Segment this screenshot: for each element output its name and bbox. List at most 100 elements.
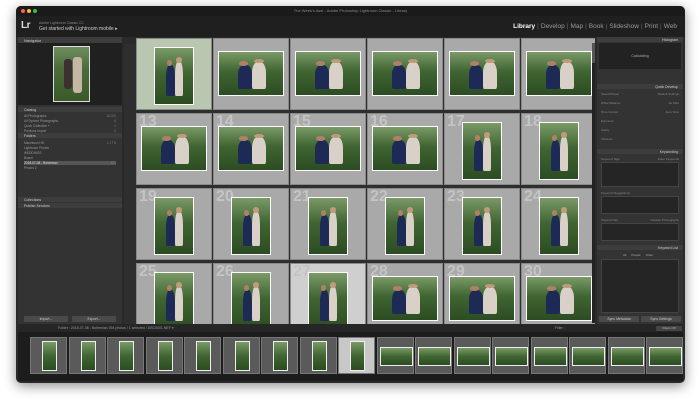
filmstrip-thumbnail[interactable]	[338, 337, 375, 374]
grid-cell[interactable]: 20	[213, 188, 289, 260]
photo-thumbnail[interactable]	[385, 197, 425, 255]
filmstrip-thumbnail[interactable]	[261, 337, 298, 374]
navigator-preview[interactable]	[18, 43, 122, 105]
module-map[interactable]: Map	[570, 23, 583, 30]
grid-cell[interactable]	[367, 38, 443, 110]
collections-header[interactable]: Collections	[18, 197, 122, 202]
grid-cell[interactable]: 27	[290, 263, 366, 324]
module-web[interactable]: Web	[664, 23, 677, 30]
filmstrip-thumbnail[interactable]	[607, 337, 645, 374]
grid-cell[interactable]: 19	[136, 188, 212, 260]
histogram-header[interactable]: Histogram	[597, 37, 683, 42]
filmstrip-filter-dropdown[interactable]: Filters Off	[656, 325, 682, 331]
grid-cell[interactable]	[136, 38, 212, 110]
module-book[interactable]: Book	[589, 23, 604, 30]
keyword-suggestions-grid[interactable]	[601, 196, 679, 214]
grid-cell[interactable]	[213, 38, 289, 110]
photo-thumbnail[interactable]	[154, 272, 194, 324]
catalog-item[interactable]: Quick Collection + 0	[24, 124, 116, 128]
photo-thumbnail[interactable]	[218, 51, 284, 96]
folders-header[interactable]: Folders	[18, 133, 122, 138]
filmstrip-thumbnail[interactable]	[107, 337, 144, 374]
module-library[interactable]: Library	[513, 23, 535, 30]
keyword-list-filter-people[interactable]: People	[631, 253, 640, 257]
keyword-tags-row[interactable]: Keyword Tags Enter Keywords	[601, 157, 679, 161]
grid-cell[interactable]: 15	[290, 113, 366, 185]
catalog-item[interactable]: All Synced Photographs 6	[24, 119, 116, 123]
photo-thumbnail[interactable]	[372, 51, 438, 96]
filmstrip-thumbnail[interactable]	[30, 337, 67, 374]
photo-thumbnail[interactable]	[308, 197, 348, 255]
grid-cell[interactable]: 26	[213, 263, 289, 324]
source-path[interactable]: Folder : 2018-07-08 - Bohemian 394 photo…	[58, 326, 174, 330]
keyword-list[interactable]	[601, 259, 679, 313]
filmstrip-thumbnail[interactable]	[299, 337, 337, 374]
filmstrip-thumbnail[interactable]	[68, 337, 106, 374]
photo-thumbnail[interactable]	[539, 122, 579, 180]
grid-cell[interactable]	[521, 38, 595, 110]
photo-thumbnail[interactable]	[526, 51, 592, 96]
module-develop[interactable]: Develop	[541, 23, 565, 30]
quick-develop-row[interactable]: Exposure	[601, 119, 679, 123]
quick-develop-header[interactable]: Quick Develop	[597, 84, 683, 89]
filmstrip-thumbnail[interactable]	[145, 337, 183, 374]
photo-thumbnail[interactable]	[372, 126, 438, 171]
grid-cell[interactable]: 13	[136, 113, 212, 185]
photo-thumbnail[interactable]	[218, 126, 284, 171]
filmstrip-thumbnail[interactable]	[530, 337, 568, 374]
keywording-header[interactable]: Keywording	[597, 149, 683, 154]
keyword-list-filter-other[interactable]: Other	[646, 253, 654, 257]
keyword-list-header[interactable]: Keyword List	[597, 245, 683, 250]
import-button[interactable]: Import...	[24, 316, 68, 322]
grid-cell[interactable]: 22	[367, 188, 443, 260]
filmstrip-thumbnail[interactable]	[376, 337, 414, 374]
folder-item[interactable]: Photos 2	[24, 166, 116, 170]
photo-thumbnail[interactable]	[526, 276, 592, 321]
grid-cell[interactable]: 25	[136, 263, 212, 324]
module-slideshow[interactable]: Slideshow	[609, 23, 639, 30]
grid-scrollbar[interactable]	[592, 43, 595, 323]
sync-metadata-button[interactable]: Sync Metadata	[599, 316, 639, 322]
catalog-header[interactable]: Catalog	[18, 107, 122, 112]
photo-thumbnail[interactable]	[308, 272, 348, 324]
grid-cell[interactable]	[290, 38, 366, 110]
filmstrip-thumbnail[interactable]	[492, 337, 529, 374]
export-button[interactable]: Export...	[72, 316, 116, 322]
filmstrip-thumbnail[interactable]	[569, 337, 606, 374]
photo-thumbnail[interactable]	[231, 272, 271, 324]
quick-develop-value[interactable]: Default Settings	[658, 92, 679, 96]
photo-thumbnail[interactable]	[154, 47, 194, 105]
filmstrip-thumbnail[interactable]	[222, 337, 260, 374]
filmstrip-thumbnail[interactable]	[415, 337, 452, 374]
photo-thumbnail[interactable]	[539, 197, 579, 255]
quick-develop-value[interactable]: As Shot	[668, 101, 679, 105]
quick-develop-row[interactable]: Clarity	[601, 128, 679, 132]
photo-thumbnail[interactable]	[295, 126, 361, 171]
photo-thumbnail[interactable]	[449, 276, 515, 321]
filmstrip-thumbnail[interactable]	[453, 337, 491, 374]
photo-thumbnail[interactable]	[154, 197, 194, 255]
publish-services-header[interactable]: Publish Services	[18, 203, 122, 208]
grid-cell[interactable]: 16	[367, 113, 443, 185]
keyword-set-grid[interactable]	[601, 223, 679, 241]
photo-thumbnail[interactable]	[449, 51, 515, 96]
keyword-list-filter-all[interactable]: All	[623, 253, 626, 257]
photo-thumbnail[interactable]	[462, 122, 502, 180]
grid-cell[interactable]: 30	[521, 263, 595, 324]
scrollbar-thumb[interactable]	[592, 43, 595, 63]
filmstrip-thumbnail[interactable]	[184, 337, 221, 374]
grid-cell[interactable]: 29	[444, 263, 520, 324]
sync-settings-button[interactable]: Sync Settings	[641, 316, 681, 322]
filmstrip-thumbnail[interactable]	[646, 337, 683, 374]
folder-item[interactable]: Macintosh HD 1.2 TB	[24, 141, 116, 145]
grid-cell[interactable]: 18	[521, 113, 595, 185]
quick-develop-value[interactable]: Auto Tone	[666, 110, 679, 114]
photo-thumbnail[interactable]	[231, 197, 271, 255]
grid-cell[interactable]: 21	[290, 188, 366, 260]
photo-thumbnail[interactable]	[372, 276, 438, 321]
grid-cell[interactable]	[444, 38, 520, 110]
grid-cell[interactable]: 24	[521, 188, 595, 260]
grid-cell[interactable]: 23	[444, 188, 520, 260]
folder-item[interactable]: WEDDINGS	[24, 151, 116, 155]
grid-cell[interactable]: 17	[444, 113, 520, 185]
